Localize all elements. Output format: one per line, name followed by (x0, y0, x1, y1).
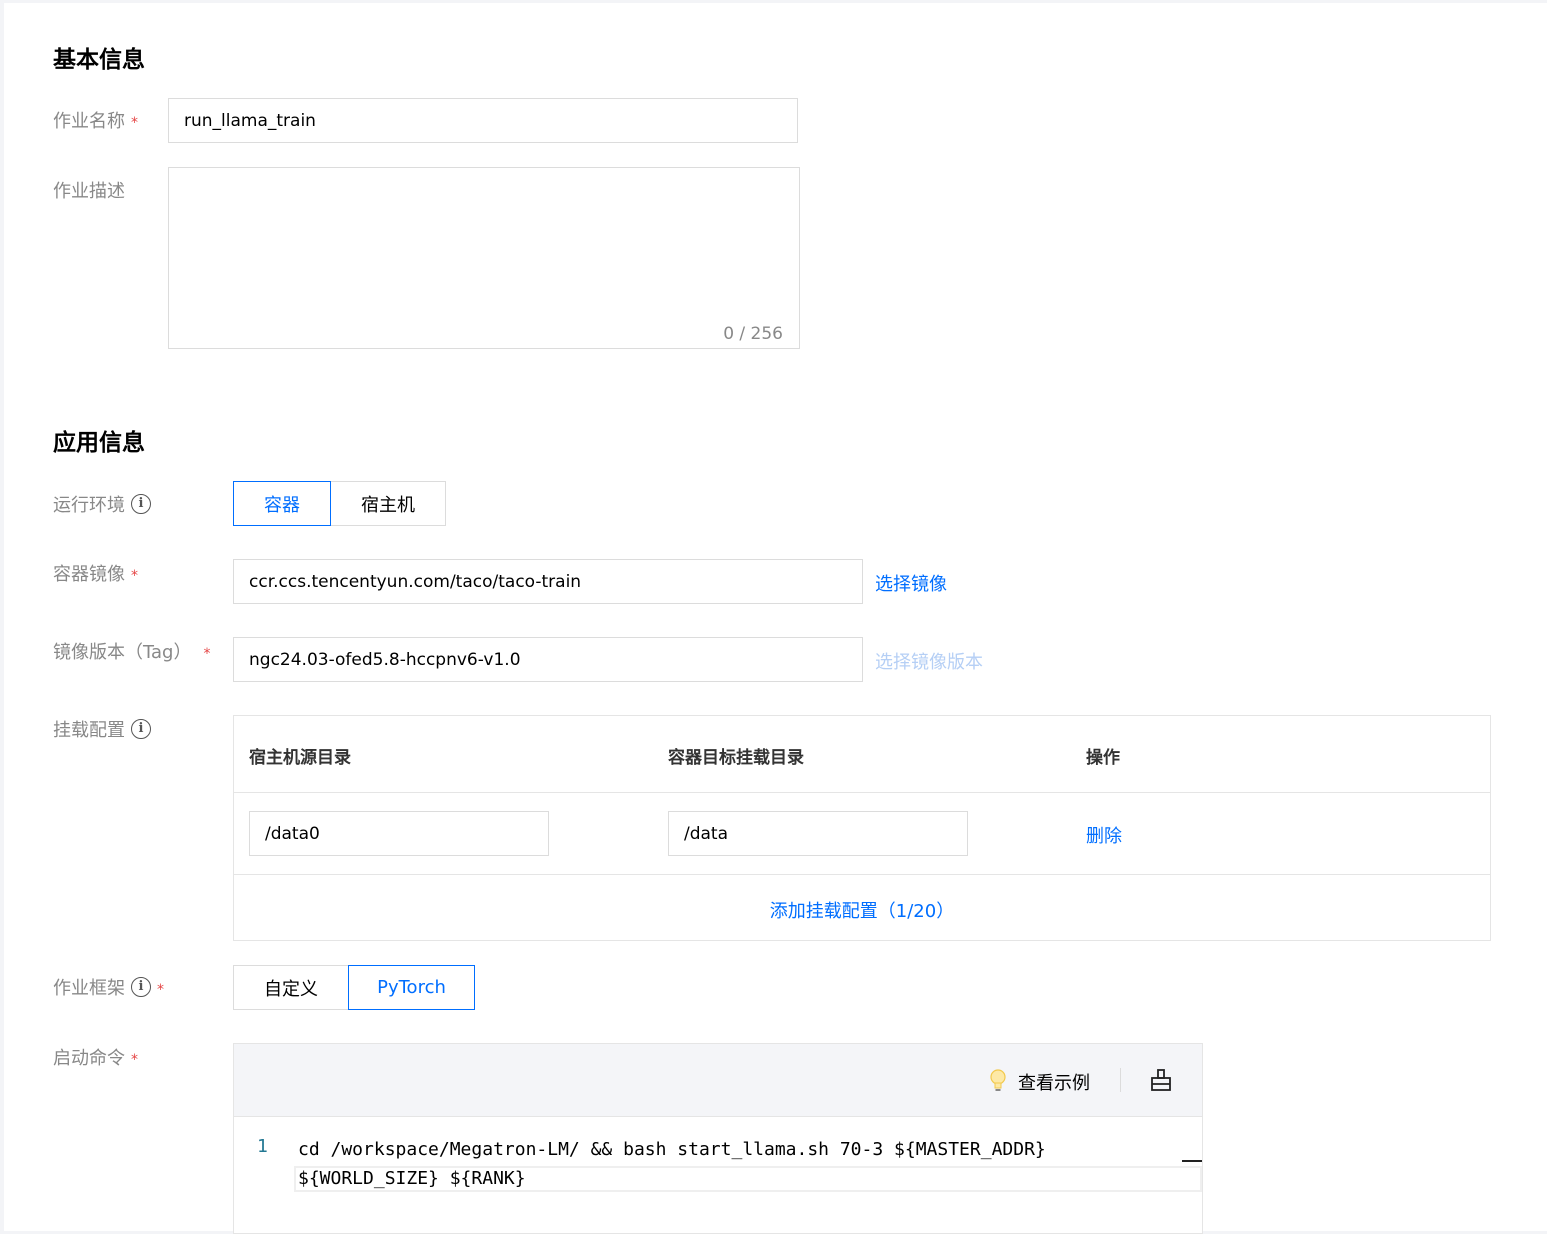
mount-source-input[interactable]: /data0 (249, 811, 549, 856)
tag-label: 镜像版本（Tag） * (53, 642, 211, 663)
required-mark: * (131, 1052, 138, 1068)
current-line-highlight (294, 1166, 1202, 1192)
required-mark: * (131, 568, 138, 584)
info-icon[interactable]: i (131, 494, 151, 514)
divider (234, 792, 1490, 793)
image-label: 容器镜像 * (53, 564, 138, 585)
info-icon[interactable]: i (131, 719, 151, 739)
env-option-container[interactable]: 容器 (233, 481, 331, 526)
table-header-source: 宿主机源目录 (249, 748, 351, 768)
framework-option-pytorch[interactable]: PyTorch (348, 965, 475, 1010)
format-icon[interactable] (1150, 1068, 1172, 1096)
select-tag-link: 选择镜像版本 (875, 652, 983, 673)
form-card: 基本信息 作业名称 * run_llama_train 作业描述 0 / 256 … (4, 3, 1547, 1234)
cursor-marker (1182, 1160, 1202, 1162)
required-mark: * (157, 982, 164, 998)
cmd-label: 启动命令 * (53, 1048, 138, 1069)
divider (234, 874, 1490, 875)
mount-label: 挂载配置 i (53, 716, 151, 742)
add-mount-link[interactable]: 添加挂载配置（1/20） (234, 897, 1490, 923)
info-icon[interactable]: i (131, 977, 151, 997)
view-example-button[interactable]: 查看示例 (1018, 1069, 1090, 1095)
section-title-basic: 基本信息 (53, 47, 145, 73)
job-name-label: 作业名称 * (53, 111, 138, 132)
framework-option-custom[interactable]: 自定义 (233, 965, 349, 1010)
lightbulb-icon (990, 1068, 1006, 1098)
delete-mount-link[interactable]: 删除 (1086, 822, 1122, 848)
table-header-action: 操作 (1086, 748, 1120, 768)
table-header-target: 容器目标挂载目录 (668, 748, 804, 768)
tag-input[interactable]: ngc24.03-ofed5.8-hccpnv6-v1.0 (233, 637, 863, 682)
editor-toolbar: 查看示例 (234, 1044, 1202, 1117)
env-label: 运行环境 i (53, 491, 151, 517)
env-option-host[interactable]: 宿主机 (330, 481, 446, 526)
required-mark: * (131, 115, 138, 131)
cmd-editor[interactable]: 查看示例 1 cd /workspace/Megatron-LM/ && bas… (233, 1043, 1203, 1234)
mount-target-input[interactable]: /data (668, 811, 968, 856)
job-name-input[interactable]: run_llama_train (168, 98, 798, 143)
line-number: 1 (257, 1136, 268, 1157)
section-title-app: 应用信息 (53, 430, 145, 456)
job-desc-label: 作业描述 (53, 181, 125, 202)
mount-table: 宿主机源目录 容器目标挂载目录 操作 /data0 /data 删除 添加挂载配… (233, 715, 1491, 941)
job-desc-textarea[interactable]: 0 / 256 (168, 167, 800, 349)
char-counter: 0 / 256 (723, 324, 783, 344)
image-input[interactable]: ccr.ccs.tencentyun.com/taco/taco-train (233, 559, 863, 604)
select-image-link[interactable]: 选择镜像 (875, 570, 947, 596)
toolbar-divider (1120, 1068, 1121, 1092)
framework-label: 作业框架 i * (53, 977, 164, 999)
required-mark: * (203, 646, 211, 662)
